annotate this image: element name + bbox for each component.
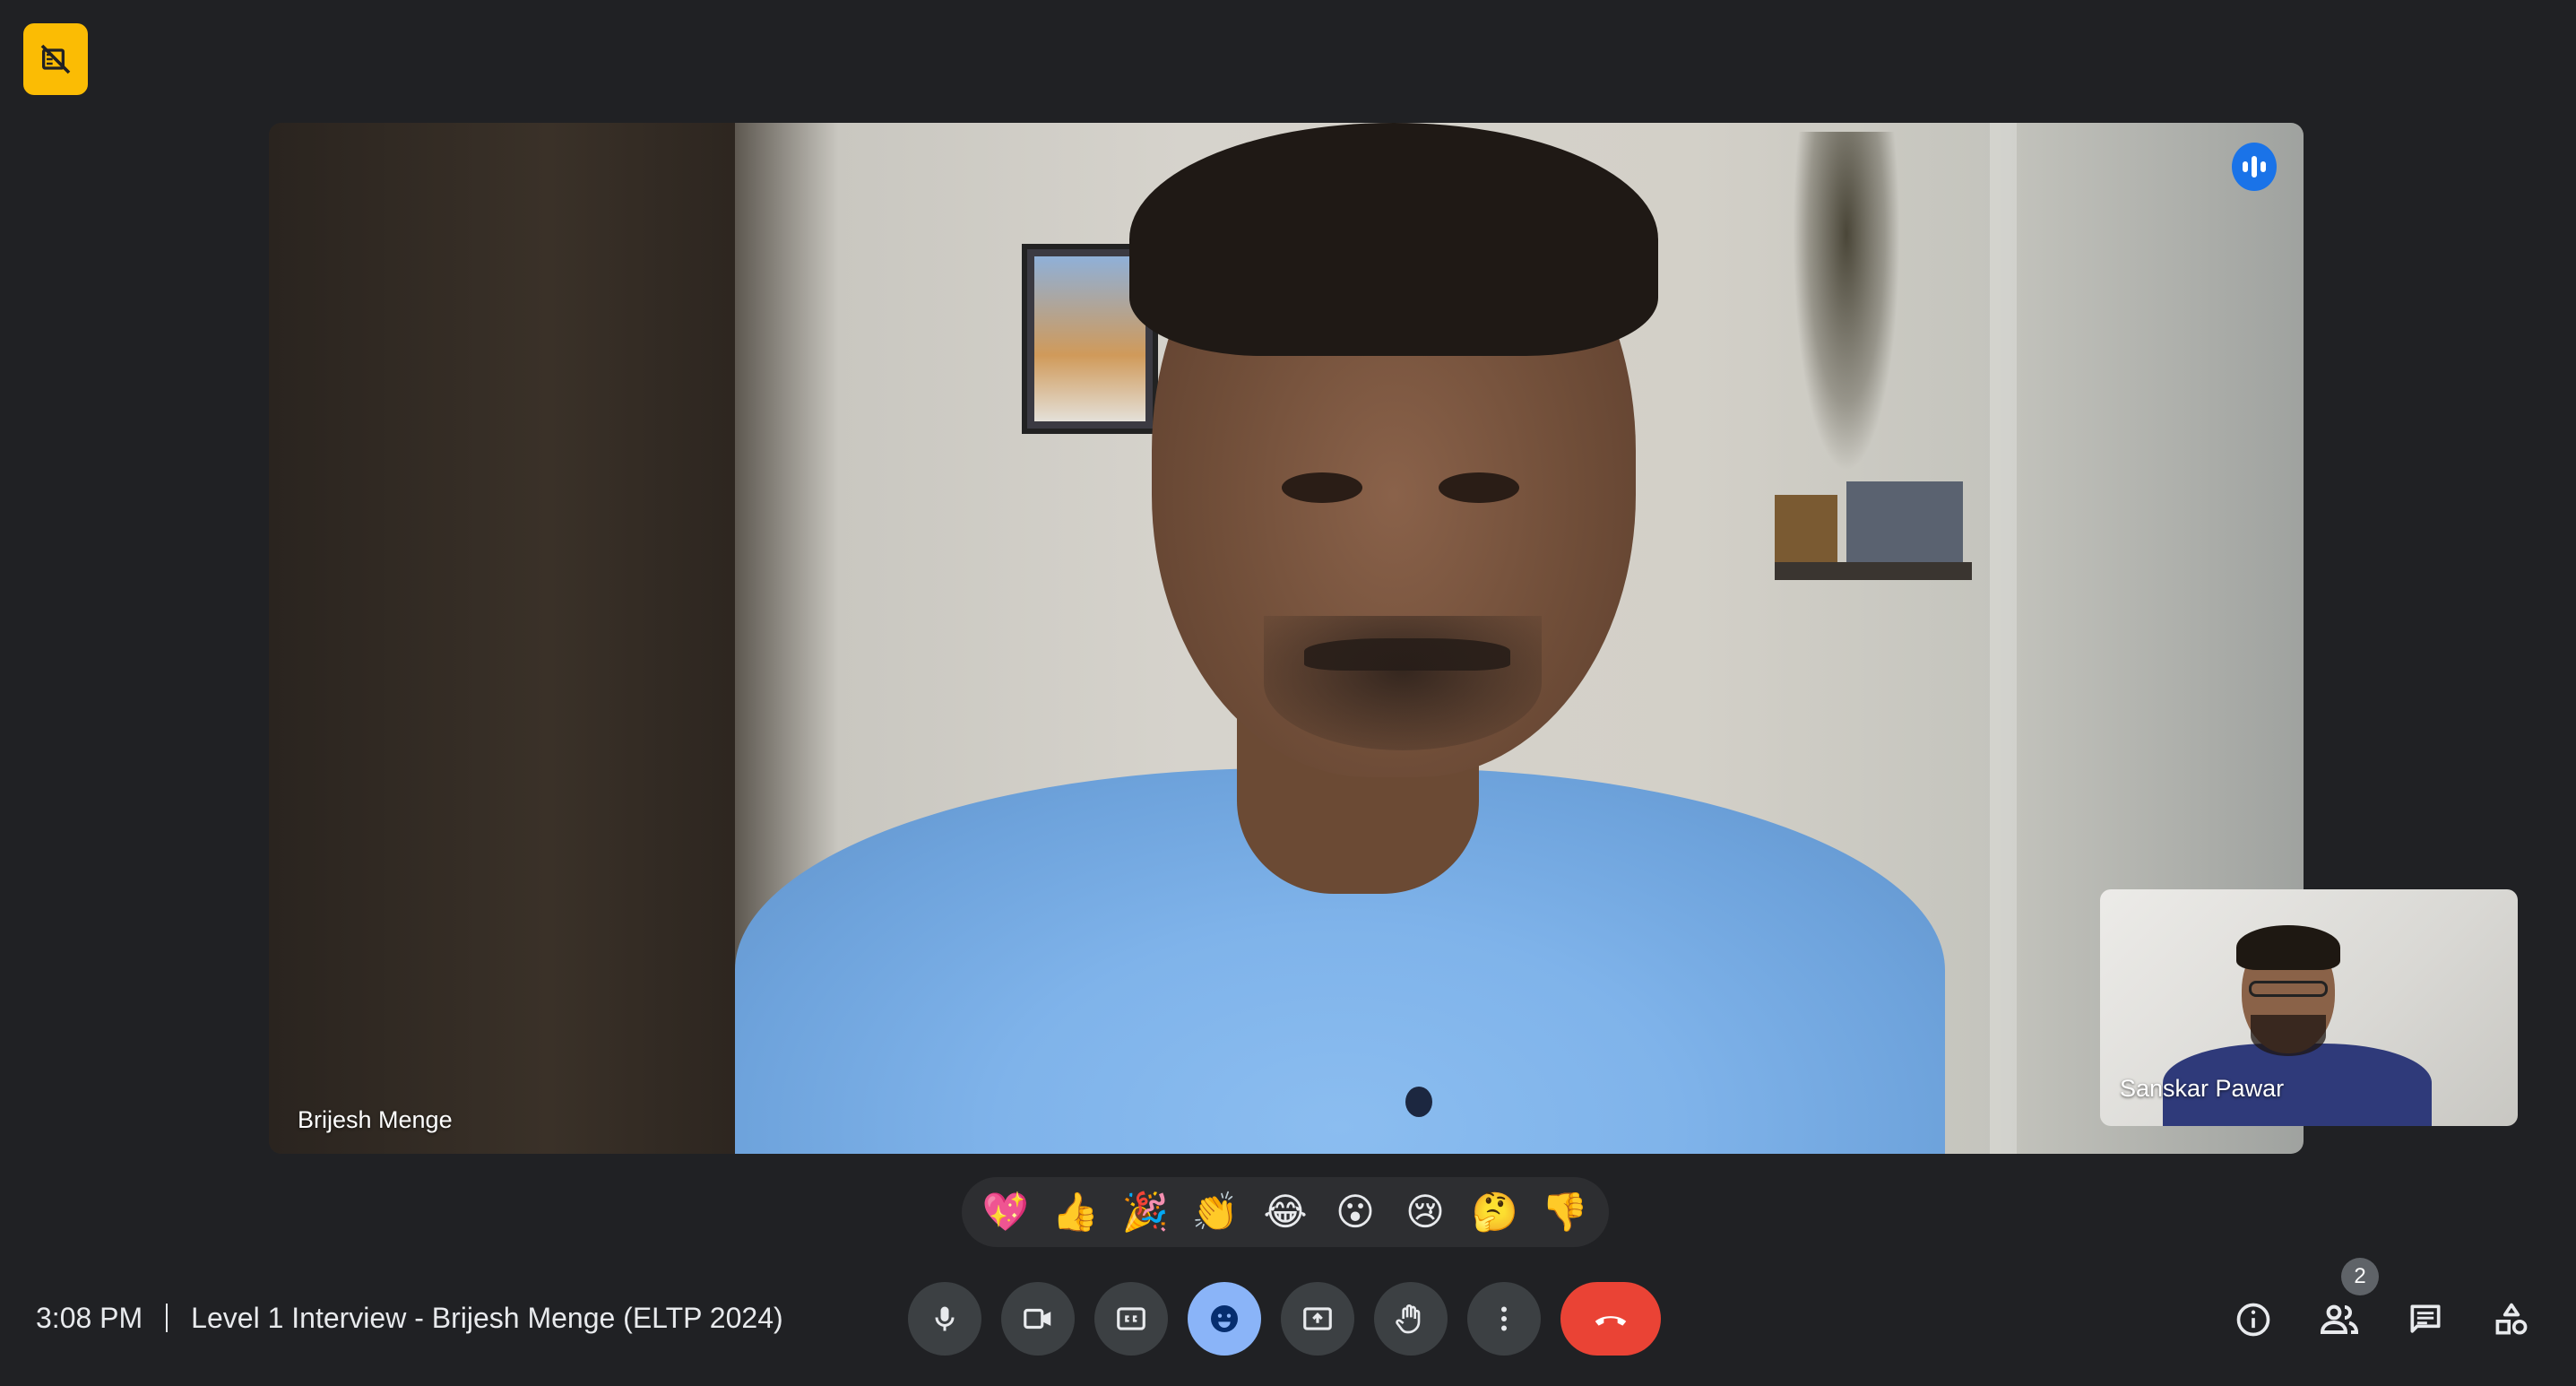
video-background-shelf-item (1775, 495, 1837, 562)
self-view-glasses (2249, 981, 2328, 997)
participant-eye-left (1282, 472, 1362, 503)
present-screen-icon (1303, 1307, 1332, 1330)
closed-captions-icon (1117, 1307, 1145, 1330)
raise-hand-icon (1396, 1304, 1421, 1334)
self-view-tile[interactable]: Sanskar Pawar (2100, 889, 2518, 1126)
chat-button[interactable] (2402, 1296, 2449, 1343)
self-view-beard (2251, 1015, 2326, 1056)
video-background-pipe (1990, 123, 2017, 1154)
more-options-icon (1501, 1306, 1507, 1331)
leave-call-button[interactable] (1560, 1282, 1661, 1356)
participant-hair (1129, 123, 1658, 356)
video-background-plant (1793, 132, 1900, 472)
camera-button[interactable] (1001, 1282, 1075, 1356)
reaction-party[interactable]: 🎉 (1118, 1184, 1173, 1240)
camera-icon (1024, 1308, 1051, 1330)
meeting-info: 3:08 PM Level 1 Interview - Brijesh Meng… (36, 1300, 783, 1336)
self-view-hair (2236, 925, 2340, 970)
people-icon (2320, 1304, 2359, 1334)
reaction-sad[interactable]: 😢 (1397, 1184, 1453, 1240)
activities-button[interactable] (2488, 1296, 2535, 1343)
main-participant-tile[interactable]: Brijesh Menge (269, 123, 2304, 1154)
meeting-time: 3:08 PM (36, 1301, 143, 1334)
participant-count-badge: 2 (2341, 1258, 2379, 1295)
video-background-shelf-item (1846, 481, 1963, 562)
main-participant-name: Brijesh Menge (298, 1106, 453, 1133)
present-button[interactable] (1281, 1282, 1354, 1356)
microphone-icon (935, 1306, 955, 1331)
reaction-thinking[interactable]: 🤔 (1467, 1184, 1523, 1240)
meeting-title: Level 1 Interview - Brijesh Menge (ELTP … (191, 1301, 783, 1334)
captions-button[interactable] (1094, 1282, 1168, 1356)
reaction-surprised[interactable]: 😮 (1327, 1184, 1383, 1240)
more-options-button[interactable] (1467, 1282, 1541, 1356)
video-background-wardrobe (269, 123, 735, 1154)
recording-off-icon (40, 44, 71, 74)
emoji-icon (1211, 1305, 1238, 1332)
chat-icon (2410, 1304, 2441, 1333)
participant-eye-right (1439, 472, 1519, 503)
speaking-indicator-icon (2232, 143, 2277, 191)
participant-beard (1264, 616, 1542, 750)
activities-icon (2495, 1303, 2528, 1335)
raise-hand-button[interactable] (1374, 1282, 1448, 1356)
reaction-thumbs-down[interactable]: 👎 (1537, 1184, 1593, 1240)
participant-shirt-button (1405, 1087, 1432, 1117)
reaction-clap[interactable]: 👏 (1188, 1184, 1243, 1240)
recording-disabled-indicator[interactable] (23, 23, 88, 95)
leave-call-icon (1595, 1316, 1627, 1326)
reactions-bar: 💖 👍 🎉 👏 😂 😮 😢 🤔 👎 (962, 1177, 1609, 1247)
microphone-button[interactable] (908, 1282, 981, 1356)
meeting-details-button[interactable] (2230, 1296, 2277, 1343)
reaction-thumbs-up[interactable]: 👍 (1048, 1184, 1103, 1240)
reaction-laugh[interactable]: 😂 (1258, 1184, 1313, 1240)
self-view-name: Sanskar Pawar (2120, 1075, 2285, 1102)
meeting-info-divider (166, 1304, 169, 1332)
reactions-button[interactable] (1188, 1282, 1261, 1356)
reaction-heart[interactable]: 💖 (978, 1184, 1033, 1240)
video-background-shelf (1775, 562, 1972, 580)
info-icon (2236, 1303, 2270, 1337)
people-button[interactable] (2316, 1296, 2363, 1343)
